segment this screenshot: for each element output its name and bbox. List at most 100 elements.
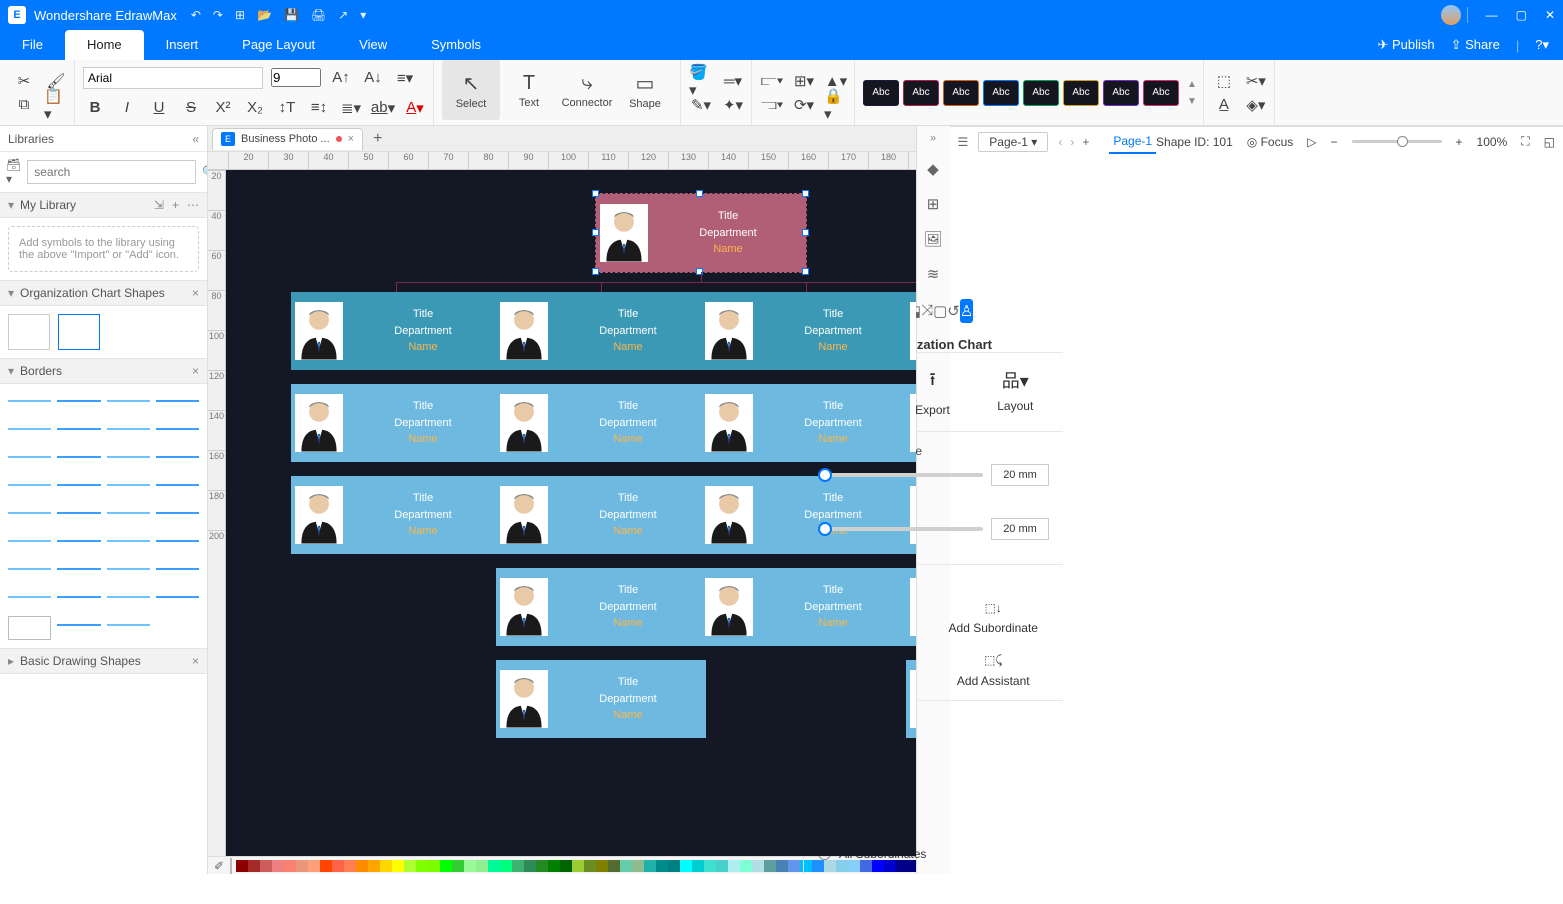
color-swatch[interactable]	[740, 860, 752, 872]
org-node[interactable]: TitleDepartmentName	[496, 660, 706, 738]
border-item[interactable]	[57, 420, 100, 430]
border-item[interactable]	[8, 504, 51, 514]
org-shape-thumb[interactable]	[58, 314, 100, 350]
color-swatch[interactable]	[704, 860, 716, 872]
add-subordinate-button[interactable]: ⬚↓Add Subordinate	[938, 601, 1050, 635]
color-swatch[interactable]	[572, 860, 584, 872]
selection-handle[interactable]	[802, 268, 809, 275]
border-item[interactable]	[57, 616, 100, 626]
color-swatch[interactable]	[656, 860, 668, 872]
color-swatch[interactable]	[452, 860, 464, 872]
maximize-button[interactable]: ▢	[1516, 8, 1527, 22]
menu-view[interactable]: View	[337, 30, 409, 60]
zoom-level[interactable]: 100%	[1477, 135, 1508, 149]
border-item[interactable]	[8, 532, 51, 542]
effects-icon[interactable]: ◈▾	[1244, 93, 1268, 117]
add-library-icon[interactable]: +	[172, 198, 179, 212]
org-node[interactable]: TitleDepartmentName	[496, 568, 706, 646]
user-avatar-icon[interactable]	[1441, 5, 1461, 25]
redo-icon[interactable]: ↷	[213, 8, 223, 22]
color-swatch[interactable]	[596, 860, 608, 872]
add-page-icon[interactable]: +	[1082, 135, 1089, 149]
underline-icon[interactable]: U	[147, 96, 171, 120]
border-item[interactable]	[156, 532, 199, 542]
color-swatch[interactable]	[380, 860, 392, 872]
library-more-icon[interactable]: ⋯	[187, 198, 199, 212]
paste-icon[interactable]: 📋▾	[44, 93, 68, 117]
org-node[interactable]: TitleDepartmentName	[291, 384, 501, 462]
page-tab[interactable]: Page-1	[1109, 130, 1156, 154]
color-swatch[interactable]	[308, 860, 320, 872]
font-size-select[interactable]	[271, 68, 321, 87]
open-icon[interactable]: 📂	[257, 8, 272, 22]
hdist-value[interactable]: 20 mm	[991, 464, 1049, 486]
zoom-slider[interactable]	[1352, 140, 1442, 143]
color-swatch[interactable]	[680, 860, 692, 872]
border-item[interactable]	[8, 560, 51, 570]
org-node[interactable]: TitleDepartmentName	[906, 384, 916, 462]
color-swatch[interactable]	[284, 860, 296, 872]
color-swatch[interactable]	[272, 860, 284, 872]
theme-tool-icon[interactable]: ◆	[921, 158, 945, 179]
layout-button[interactable]: 品▾Layout	[997, 367, 1033, 417]
text-style-icon[interactable]: A̲	[1212, 93, 1236, 117]
border-item[interactable]	[156, 504, 199, 514]
cut-icon[interactable]: ✂	[12, 69, 36, 93]
color-swatch[interactable]	[428, 860, 440, 872]
lock-icon[interactable]: 🔒▾	[824, 93, 848, 117]
color-swatch[interactable]	[512, 860, 524, 872]
color-swatch[interactable]	[356, 860, 368, 872]
color-swatch[interactable]	[560, 860, 572, 872]
close-section-icon[interactable]: ×	[192, 364, 199, 378]
crop-icon[interactable]: ✂▾	[1244, 69, 1268, 93]
border-item[interactable]	[107, 588, 150, 598]
decrease-font-icon[interactable]: A↓	[361, 66, 385, 90]
selection-handle[interactable]	[696, 190, 703, 197]
org-node[interactable]: TitleDepartmentName	[596, 194, 806, 272]
line-style-icon[interactable]: ═▾	[721, 69, 745, 93]
org-node[interactable]: TitleDepartmentName	[496, 476, 706, 554]
style-swatch[interactable]: Abc	[1143, 80, 1179, 106]
color-swatch[interactable]	[464, 860, 476, 872]
color-swatch[interactable]	[776, 860, 788, 872]
fill-icon[interactable]: 🪣▾	[689, 69, 713, 93]
selection-handle[interactable]	[592, 268, 599, 275]
border-item[interactable]	[57, 560, 100, 570]
export-button[interactable]: ⭱Export	[915, 367, 950, 417]
qat-more-icon[interactable]: ▾	[360, 8, 366, 22]
border-item[interactable]	[156, 420, 199, 430]
color-swatch[interactable]	[716, 860, 728, 872]
color-swatch[interactable]	[668, 860, 680, 872]
size-icon[interactable]: ⬚	[1212, 69, 1236, 93]
border-item[interactable]	[156, 560, 199, 570]
border-item[interactable]	[57, 532, 100, 542]
text-highlight-icon[interactable]: ab▾	[371, 96, 395, 120]
image-tool-icon[interactable]: 🖼	[921, 228, 945, 249]
chevron-down-icon[interactable]: ▾	[8, 286, 14, 300]
org-node[interactable]: TitleDepartmentName	[701, 568, 911, 646]
superscript-icon[interactable]: X²	[211, 96, 235, 120]
close-section-icon[interactable]: ×	[192, 286, 199, 300]
border-item[interactable]	[8, 616, 51, 640]
selection-handle[interactable]	[802, 229, 809, 236]
color-swatch[interactable]	[500, 860, 512, 872]
align-icon[interactable]: ⫍▾	[760, 69, 784, 93]
border-item[interactable]	[156, 588, 199, 598]
color-swatch[interactable]	[608, 860, 620, 872]
close-tab-icon[interactable]: ×	[348, 133, 354, 145]
color-swatch[interactable]	[344, 860, 356, 872]
color-swatch[interactable]	[632, 860, 644, 872]
publish-button[interactable]: ✈ Publish	[1377, 37, 1434, 53]
border-item[interactable]	[57, 392, 100, 402]
color-swatch[interactable]	[584, 860, 596, 872]
fit-page-icon[interactable]: ⛶	[1521, 134, 1529, 149]
border-item[interactable]	[107, 420, 150, 430]
style-swatch[interactable]: Abc	[863, 80, 899, 106]
font-family-select[interactable]	[83, 67, 263, 89]
border-item[interactable]	[57, 504, 100, 514]
chevron-down-icon[interactable]: ▾	[8, 198, 14, 212]
selection-handle[interactable]	[802, 190, 809, 197]
style-swatch[interactable]: Abc	[1103, 80, 1139, 106]
vdist-value[interactable]: 20 mm	[991, 518, 1049, 540]
menu-insert[interactable]: Insert	[144, 30, 221, 60]
